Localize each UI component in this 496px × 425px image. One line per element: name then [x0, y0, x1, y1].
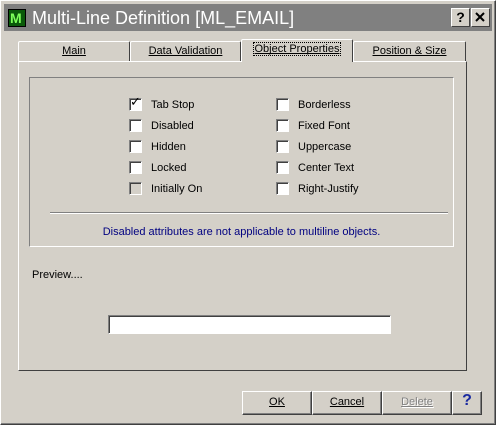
close-button[interactable]: [471, 8, 490, 27]
tab-main[interactable]: Main: [18, 41, 130, 62]
tab-object-properties-label: Object Properties: [252, 42, 342, 56]
disabled-note: Disabled attributes are not applicable t…: [102, 226, 381, 238]
checkbox-box[interactable]: [129, 140, 142, 153]
tab-data-validation[interactable]: Data Validation: [130, 41, 241, 62]
checkbox-box[interactable]: [276, 161, 289, 174]
ok-button[interactable]: OK: [242, 391, 312, 415]
checkbox-label: Right-Justify: [298, 183, 359, 195]
checkmark-icon: ✓: [130, 95, 141, 110]
checkbox-label: Hidden: [151, 141, 186, 153]
cancel-button[interactable]: Cancel: [312, 391, 382, 415]
checkbox-box[interactable]: [276, 98, 289, 111]
tab-object-properties[interactable]: Object Properties: [241, 39, 353, 62]
checkbox-box[interactable]: ✓: [129, 95, 142, 111]
checkbox-label: Initially On: [151, 183, 203, 195]
tab-data-validation-label: Data Validation: [148, 45, 223, 57]
group-divider: [50, 212, 448, 214]
dialog-window: M Multi-Line Definition [ML_EMAIL] ? Mai…: [0, 0, 496, 425]
checkbox-label: Uppercase: [298, 141, 352, 153]
tab-position-size[interactable]: Position & Size: [353, 41, 466, 62]
checkbox-box[interactable]: [129, 119, 142, 132]
tab-panel: ✓ Tab Stop Disabled Hidden Locked Initia…: [18, 61, 467, 371]
checkbox-label: Locked: [151, 162, 187, 174]
cancel-button-label: Cancel: [329, 396, 365, 408]
ok-button-label: OK: [269, 396, 285, 408]
checkbox-label: Disabled: [151, 120, 194, 132]
checkbox-label: Center Text: [298, 162, 355, 174]
checkbox-label: Borderless: [298, 99, 351, 111]
delete-button-label: Delete: [401, 396, 433, 408]
tab-position-size-label: Position & Size: [372, 45, 447, 57]
attributes-group: ✓ Tab Stop Disabled Hidden Locked Initia…: [29, 77, 454, 247]
checkbox-label: Fixed Font: [298, 120, 350, 132]
checkbox-label: Tab Stop: [151, 99, 195, 111]
help-button[interactable]: ?: [452, 391, 482, 415]
checkbox-box[interactable]: [276, 140, 289, 153]
checkbox-box[interactable]: [276, 119, 289, 132]
delete-button: Delete: [382, 391, 452, 415]
checkbox-box: [129, 182, 142, 195]
title-help-button[interactable]: ?: [451, 8, 470, 27]
window-title: Multi-Line Definition [ML_EMAIL]: [32, 8, 295, 28]
close-icon: [475, 12, 485, 22]
checkbox-box[interactable]: [276, 182, 289, 195]
checkbox-box[interactable]: [129, 161, 142, 174]
tab-main-label: Main: [62, 45, 86, 57]
preview-label: Preview....: [32, 269, 83, 281]
title-bar[interactable]: M Multi-Line Definition [ML_EMAIL] ?: [4, 4, 492, 31]
app-icon: M: [8, 9, 26, 27]
preview-field: [108, 315, 391, 334]
